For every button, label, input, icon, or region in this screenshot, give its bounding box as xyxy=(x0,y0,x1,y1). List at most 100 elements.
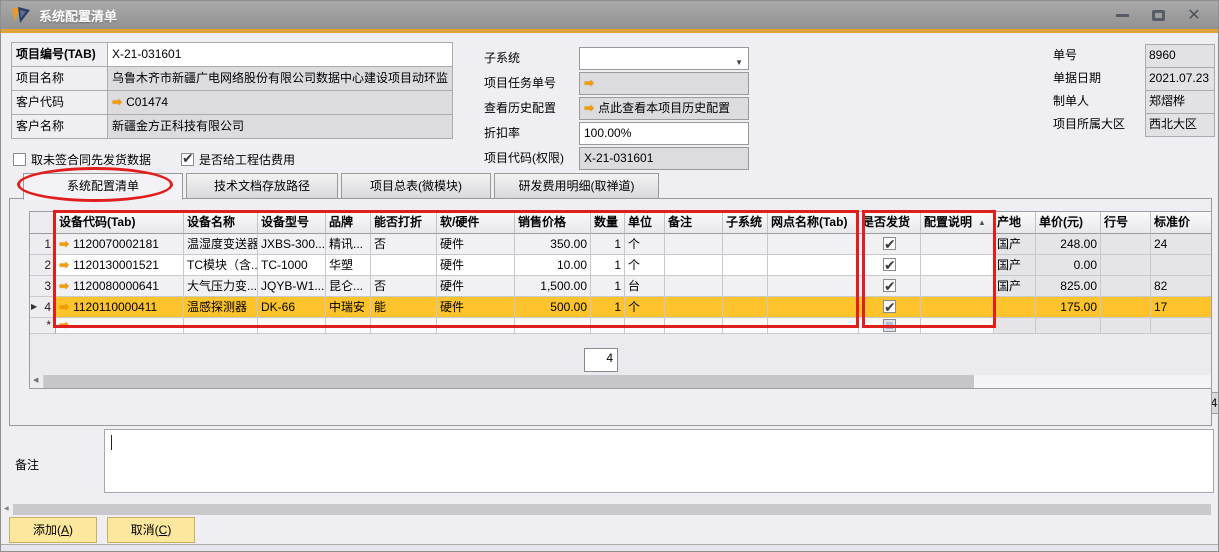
lookup-arrow-icon[interactable] xyxy=(59,258,73,272)
maximize-button[interactable] xyxy=(1140,3,1176,27)
col-device-code[interactable]: 设备代码(Tab) xyxy=(56,212,184,234)
lookup-arrow-icon[interactable] xyxy=(112,95,126,109)
cell-device-model[interactable]: TC-1000 xyxy=(258,255,326,276)
cell-soft-hard[interactable]: 硬件 xyxy=(437,276,515,297)
col-ship[interactable]: 是否发货 xyxy=(859,212,921,234)
cell-origin[interactable] xyxy=(994,297,1036,318)
ship-checkbox[interactable] xyxy=(883,237,896,250)
cell-subsystem[interactable] xyxy=(723,297,768,318)
cell-device-model[interactable]: DK-66 xyxy=(258,297,326,318)
cell-unit[interactable]: 个 xyxy=(625,297,665,318)
ship-checkbox[interactable] xyxy=(883,300,896,313)
cell-unit-price[interactable]: 248.00 xyxy=(1036,234,1101,255)
cell-device-model[interactable] xyxy=(258,318,326,334)
col-qty[interactable]: 数量 xyxy=(591,212,625,234)
cell-origin[interactable]: 国产 xyxy=(994,255,1036,276)
scrollbar-thumb[interactable] xyxy=(44,375,974,388)
cell-unit-price[interactable]: 825.00 xyxy=(1036,276,1101,297)
scrollbar-thumb[interactable] xyxy=(13,504,1211,515)
ship-checkbox[interactable] xyxy=(883,279,896,292)
cell-line-no[interactable] xyxy=(1101,255,1151,276)
col-device-model[interactable]: 设备型号 xyxy=(258,212,326,234)
cell-unit[interactable]: 台 xyxy=(625,276,665,297)
cell-discountable[interactable]: 否 xyxy=(371,276,437,297)
estimate-cost-checkbox[interactable] xyxy=(181,153,194,166)
cell-unit-price[interactable] xyxy=(1036,318,1101,334)
cell-site-name[interactable] xyxy=(768,318,859,334)
row-selector[interactable]: 2 xyxy=(30,255,56,276)
history-link-field[interactable]: 点此查看本项目历史配置 xyxy=(579,97,749,120)
cell-site-name[interactable] xyxy=(768,297,859,318)
cell-subsystem[interactable] xyxy=(723,255,768,276)
customer-name-field[interactable]: 新疆金方正科技有限公司 xyxy=(108,115,452,138)
project-name-field[interactable]: 乌鲁木齐市新疆广电网络股份有限公司数据中心建设项目动环监 xyxy=(108,67,452,90)
cell-soft-hard[interactable] xyxy=(437,318,515,334)
row-count-box[interactable]: 4 xyxy=(584,348,618,372)
tab-rd-cost[interactable]: 研发费用明细(取禅道) xyxy=(494,173,659,199)
cell-unit[interactable] xyxy=(625,318,665,334)
cell-remark[interactable] xyxy=(665,297,723,318)
tab-project-summary[interactable]: 项目总表(微模块) xyxy=(341,173,491,199)
row-selector[interactable]: 1 xyxy=(30,234,56,255)
cell-qty[interactable]: 1 xyxy=(591,234,625,255)
history-link-text[interactable]: 点此查看本项目历史配置 xyxy=(598,101,730,115)
scroll-left-arrow-icon[interactable] xyxy=(30,375,44,388)
col-soft-hard[interactable]: 软/硬件 xyxy=(437,212,515,234)
project-code-field[interactable]: X-21-031601 xyxy=(579,147,749,170)
row-selector-header[interactable] xyxy=(30,212,56,234)
ship-checkbox-indeterminate[interactable] xyxy=(883,319,896,332)
cell-soft-hard[interactable]: 硬件 xyxy=(437,234,515,255)
cell-brand[interactable]: 昆仑... xyxy=(326,276,371,297)
cell-qty[interactable]: 1 xyxy=(591,276,625,297)
scroll-left-arrow-icon[interactable] xyxy=(3,504,13,515)
customer-code-field[interactable]: C01474 xyxy=(108,91,452,114)
cell-config-note[interactable] xyxy=(921,318,994,334)
cell-device-code[interactable]: 1120070002181 xyxy=(56,234,184,255)
cell-discountable[interactable] xyxy=(371,318,437,334)
cell-config-note[interactable] xyxy=(921,234,994,255)
cell-ship[interactable] xyxy=(859,234,921,255)
cell-device-code[interactable] xyxy=(56,318,184,334)
cell-remark[interactable] xyxy=(665,255,723,276)
cell-std-price[interactable]: 24 xyxy=(1151,234,1212,255)
subsystem-dropdown[interactable] xyxy=(579,47,749,70)
cell-device-name[interactable]: TC模块（含... xyxy=(184,255,258,276)
lookup-arrow-icon[interactable] xyxy=(59,318,73,332)
unsigned-contract-checkbox[interactable] xyxy=(13,153,26,166)
row-selector[interactable]: 3 xyxy=(30,276,56,297)
cell-qty[interactable]: 1 xyxy=(591,297,625,318)
cell-sale-price[interactable]: 350.00 xyxy=(515,234,591,255)
col-unit[interactable]: 单位 xyxy=(625,212,665,234)
cell-sale-price[interactable] xyxy=(515,318,591,334)
grid-horizontal-scrollbar[interactable] xyxy=(30,375,1211,388)
cell-origin[interactable] xyxy=(994,318,1036,334)
cell-device-code[interactable]: 1120080000641 xyxy=(56,276,184,297)
row-selector[interactable]: 4 xyxy=(30,297,56,318)
cell-device-code[interactable]: 1120130001521 xyxy=(56,255,184,276)
cell-unit-price[interactable]: 175.00 xyxy=(1036,297,1101,318)
lookup-arrow-icon[interactable] xyxy=(59,300,73,314)
cell-site-name[interactable] xyxy=(768,234,859,255)
cell-std-price[interactable]: 17 xyxy=(1151,297,1212,318)
col-unit-price[interactable]: 单价(元) xyxy=(1036,212,1101,234)
cell-line-no[interactable] xyxy=(1101,276,1151,297)
cell-ship[interactable] xyxy=(859,276,921,297)
task-no-field[interactable] xyxy=(579,72,749,95)
cell-soft-hard[interactable]: 硬件 xyxy=(437,255,515,276)
cell-line-no[interactable] xyxy=(1101,318,1151,334)
col-origin[interactable]: 产地 xyxy=(994,212,1036,234)
tab-doc-path[interactable]: 技术文档存放路径 xyxy=(186,173,338,199)
cell-device-name[interactable]: 温湿度变送器 xyxy=(184,234,258,255)
cell-brand[interactable]: 华塑 xyxy=(326,255,371,276)
cell-ship[interactable] xyxy=(859,255,921,276)
ship-checkbox[interactable] xyxy=(883,258,896,271)
cell-device-name[interactable]: 大气压力变... xyxy=(184,276,258,297)
cell-unit[interactable]: 个 xyxy=(625,255,665,276)
col-remark[interactable]: 备注 xyxy=(665,212,723,234)
cell-ship[interactable] xyxy=(859,318,921,334)
cell-device-model[interactable]: JXBS-300... xyxy=(258,234,326,255)
minimize-button[interactable] xyxy=(1104,3,1140,27)
close-button[interactable] xyxy=(1176,3,1212,27)
cell-discountable[interactable] xyxy=(371,255,437,276)
cell-unit[interactable]: 个 xyxy=(625,234,665,255)
